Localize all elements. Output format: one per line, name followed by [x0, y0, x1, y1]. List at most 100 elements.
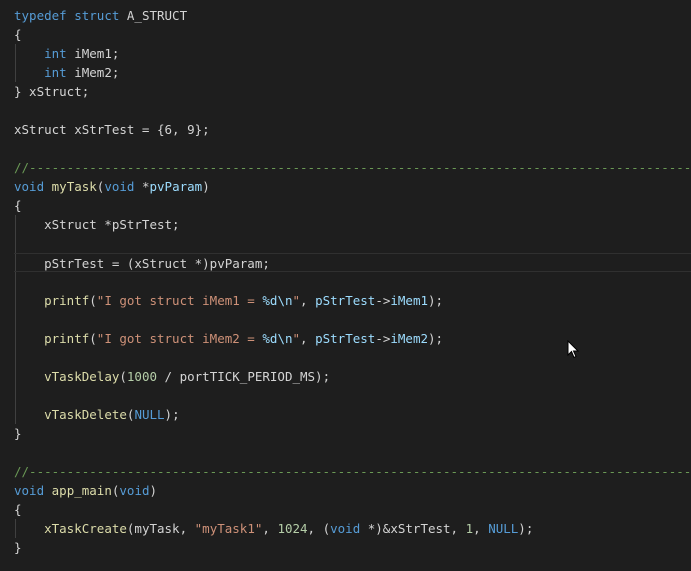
code-token: "I got struct iMem2 = [96, 331, 263, 346]
line-text: //--------------------------------------… [14, 462, 691, 481]
code-token: xStruct *pStrTest; [14, 217, 180, 232]
code-token: iMem2 [390, 331, 429, 346]
code-line[interactable]: vTaskDelay(1000 / portTICK_PERIOD_MS); [0, 367, 691, 386]
code-line[interactable] [0, 139, 691, 158]
code-line[interactable]: { [0, 25, 691, 44]
code-token: "myTask1" [194, 521, 263, 536]
code-line[interactable]: typedef struct A_STRUCT [0, 6, 691, 25]
line-text: } [14, 538, 22, 557]
code-line[interactable]: } xStruct; [0, 82, 691, 101]
code-line[interactable]: xTaskCreate(myTask, "myTask1", 1024, (vo… [0, 519, 691, 538]
code-token: pStrTest [315, 331, 376, 346]
code-token: ( [89, 331, 97, 346]
code-token: , [300, 331, 316, 346]
code-token: { [14, 27, 22, 42]
code-token: vTaskDelete [44, 407, 127, 422]
code-token: pvParam [149, 179, 203, 194]
code-token: %d [262, 331, 278, 346]
code-token: pStrTest = (xStruct *)pvParam; [14, 256, 270, 271]
code-token: void [14, 483, 45, 498]
code-line[interactable] [0, 272, 691, 291]
code-token: \n [277, 331, 293, 346]
line-text: void myTask(void *pvParam) [14, 177, 210, 196]
code-token: " [292, 293, 301, 308]
line-text: int iMem1; [14, 44, 119, 63]
line-text: vTaskDelete(NULL); [14, 405, 180, 424]
line-text: pStrTest = (xStruct *)pvParam; [14, 254, 270, 273]
code-line[interactable] [0, 348, 691, 367]
code-line[interactable]: //--------------------------------------… [0, 462, 691, 481]
code-token: NULL [488, 521, 519, 536]
code-line[interactable] [0, 386, 691, 405]
code-line[interactable]: { [0, 500, 691, 519]
code-token: ); [518, 521, 534, 536]
code-token: myTask [51, 179, 97, 194]
code-token: xTaskCreate [44, 521, 127, 536]
code-token: void [104, 179, 135, 194]
code-line[interactable]: xStruct *pStrTest; [0, 215, 691, 234]
code-token: { [14, 502, 22, 517]
code-token: iMem1 [390, 293, 429, 308]
code-token: 1 [465, 521, 474, 536]
code-token: pStrTest [315, 293, 376, 308]
current-line[interactable]: pStrTest = (xStruct *)pvParam; [14, 253, 691, 272]
code-token: //--------------------------------------… [14, 160, 691, 175]
line-text: { [14, 500, 22, 519]
code-token: int [44, 65, 67, 80]
code-token: / portTICK_PERIOD_MS); [157, 369, 331, 384]
code-token: * [134, 179, 150, 194]
line-text: { [14, 196, 22, 215]
code-line[interactable]: vTaskDelete(NULL); [0, 405, 691, 424]
code-token: } [14, 540, 22, 555]
line-text: typedef struct A_STRUCT [14, 6, 187, 25]
code-line[interactable]: xStruct xStrTest = {6, 9}; [0, 120, 691, 139]
code-token: xStruct xStrTest = {6, 9}; [14, 122, 210, 137]
code-token: app_main [51, 483, 112, 498]
line-text: vTaskDelay(1000 / portTICK_PERIOD_MS); [14, 367, 330, 386]
code-line[interactable] [0, 234, 691, 253]
code-line[interactable]: printf("I got struct iMem1 = %d\n", pStr… [0, 291, 691, 310]
code-token: , ( [307, 521, 331, 536]
line-text: int iMem2; [14, 63, 119, 82]
code-token: , [473, 521, 489, 536]
code-editor[interactable]: typedef struct A_STRUCT { int iMem1; int … [0, 0, 691, 571]
code-token: -> [375, 331, 391, 346]
code-token: printf [44, 331, 90, 346]
code-line[interactable]: //--------------------------------------… [0, 158, 691, 177]
code-line[interactable]: int iMem1; [0, 44, 691, 63]
code-token: vTaskDelay [44, 369, 120, 384]
code-line[interactable] [0, 310, 691, 329]
code-token: struct [74, 8, 120, 23]
code-token: "I got struct iMem1 = [96, 293, 263, 308]
line-text: void app_main(void) [14, 481, 157, 500]
code-line[interactable]: } [0, 424, 691, 443]
code-token: void [330, 521, 361, 536]
code-token: ( [119, 369, 127, 384]
mouse-cursor-icon [567, 340, 579, 359]
line-text: printf("I got struct iMem1 = %d\n", pStr… [14, 291, 443, 310]
code-line[interactable] [0, 443, 691, 462]
code-line[interactable]: { [0, 196, 691, 215]
code-token: printf [44, 293, 90, 308]
code-line[interactable]: printf("I got struct iMem2 = %d\n", pStr… [0, 329, 691, 348]
code-token: A_STRUCT [119, 8, 188, 23]
code-token: \n [277, 293, 293, 308]
code-line[interactable]: void app_main(void) [0, 481, 691, 500]
code-token: } [14, 426, 22, 441]
code-token: " [292, 331, 301, 346]
code-line[interactable]: int iMem2; [0, 63, 691, 82]
code-line[interactable] [0, 101, 691, 120]
code-line[interactable]: void myTask(void *pvParam) [0, 177, 691, 196]
code-token: NULL [134, 407, 165, 422]
line-text: } xStruct; [14, 82, 89, 101]
code-token: { [14, 198, 22, 213]
code-line[interactable]: } [0, 538, 691, 557]
code-token: typedef [14, 8, 67, 23]
code-token: } xStruct; [14, 84, 90, 99]
code-token: , [300, 293, 316, 308]
